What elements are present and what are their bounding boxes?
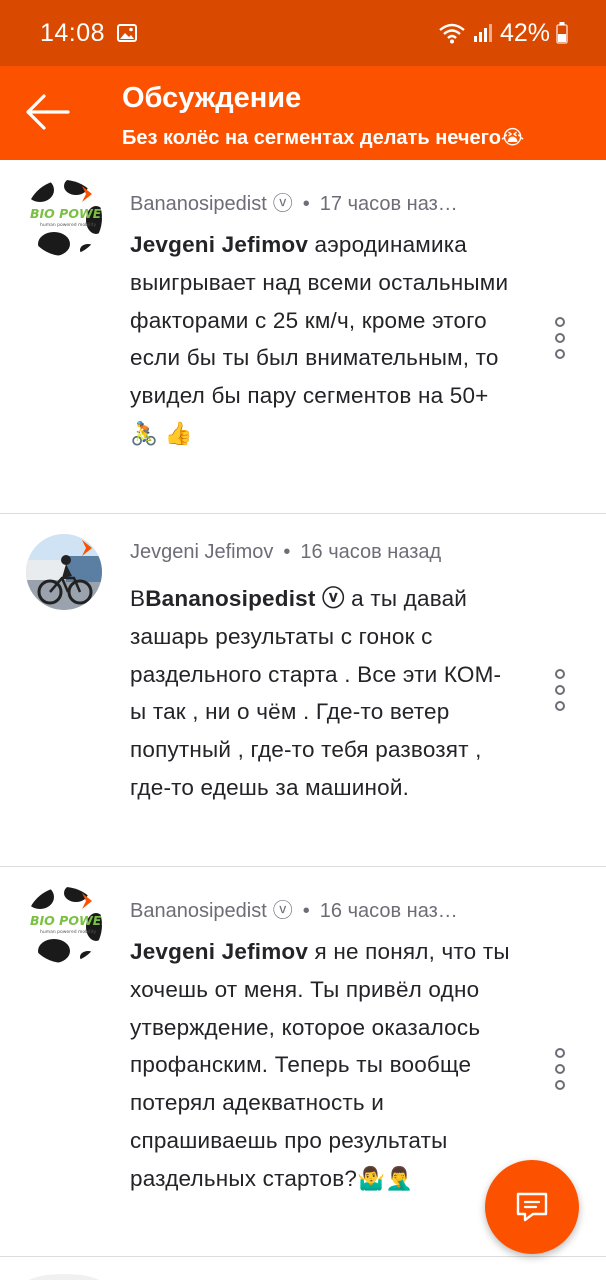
author-name[interactable]: Bananosipedist: [130, 900, 267, 922]
svg-text:human powered mobility: human powered mobility: [40, 929, 97, 935]
comment-meta: Bananosipedist ⓥ • 16 часов наз…: [130, 894, 510, 923]
avatar[interactable]: BIO POWER human powered mobility: [26, 887, 102, 963]
avatar[interactable]: BIO POWER human powered mobility: [26, 180, 102, 256]
battery-percent: 42%: [499, 18, 550, 47]
status-bar: 14:08 42%: [0, 0, 606, 66]
comment-body: а ты давай зашарь результаты с гонок с р…: [130, 586, 502, 800]
author-name[interactable]: Bananosipedist: [130, 193, 267, 215]
comment-text: Jevgeni Jefimov аэродинамика выигрывает …: [130, 226, 515, 453]
bio-power-logo: BIO POWER human powered mobility: [26, 887, 102, 963]
meta-separator: •: [283, 541, 291, 563]
svg-text:BIO POWER: BIO POWER: [30, 206, 102, 221]
more-options-button[interactable]: [548, 316, 572, 362]
comment-meta: Jevgeni Jefimov • 16 часов назад: [130, 541, 510, 564]
meta-separator: •: [302, 193, 310, 215]
comment-text: Jevgeni Jefimov я не понял, что ты хочеш…: [130, 933, 515, 1198]
verified-badge-icon: ⓥ: [272, 193, 293, 215]
app-bar: Обсуждение Без колёс на сегментах делать…: [0, 66, 606, 160]
mention-link[interactable]: Jevgeni Jefimov: [130, 939, 308, 964]
svg-text:human powered mobility: human powered mobility: [40, 222, 97, 228]
author-name[interactable]: Jevgeni Jefimov: [130, 541, 273, 563]
comment-item: Jevgeni Jefimov • 16 часов назад ВBananosi…: [0, 514, 606, 867]
comment-time: 16 часов наз…: [319, 900, 458, 922]
new-comment-button[interactable]: [485, 1160, 579, 1254]
avatar: [26, 1274, 102, 1280]
page-title: Обсуждение: [122, 82, 302, 114]
comment-meta: Bananosipedist ⓥ • 17 часов наз…: [130, 187, 510, 216]
avatar[interactable]: [26, 534, 102, 610]
comment-body: аэродинамика выигрывает над всеми осталь…: [130, 232, 509, 446]
wifi-icon: [438, 22, 466, 44]
more-vertical-icon: [555, 317, 565, 359]
comment-prefix: В: [130, 586, 146, 611]
mention-link[interactable]: Bananosipedist ⓥ: [145, 586, 344, 611]
bio-power-logo: BIO POWER human powered mobility: [26, 180, 102, 256]
comment-time: 17 часов наз…: [319, 193, 458, 215]
arrow-left-icon: [26, 94, 70, 130]
cyclist-photo: [26, 534, 102, 610]
battery-icon: [556, 22, 568, 44]
signal-icon: [472, 22, 494, 44]
comment-body: я не понял, что ты хочешь от меня. Ты пр…: [130, 939, 510, 1191]
more-options-button[interactable]: [548, 1047, 572, 1093]
status-time: 14:08: [40, 18, 106, 47]
more-vertical-icon: [555, 1048, 565, 1090]
back-button[interactable]: [24, 92, 70, 132]
svg-text:BIO POWER: BIO POWER: [30, 913, 102, 928]
more-vertical-icon: [555, 669, 565, 711]
mention-link[interactable]: Jevgeni Jefimov: [130, 232, 308, 257]
comment-icon: [516, 1192, 548, 1222]
page-subtitle: Без колёс на сегментах делать нечего😭: [122, 127, 525, 149]
comment-list: BIO POWER human powered mobility Bananos…: [0, 160, 606, 1257]
comment-text: ВBananosipedist ⓥ а ты давай зашарь резу…: [130, 580, 515, 807]
meta-separator: •: [302, 900, 310, 922]
more-options-button[interactable]: [548, 668, 572, 714]
gallery-icon: [117, 24, 138, 42]
comment-item: BIO POWER human powered mobility Bananos…: [0, 160, 606, 514]
verified-badge-icon: ⓥ: [272, 900, 293, 922]
comment-time: 16 часов назад: [300, 541, 442, 563]
